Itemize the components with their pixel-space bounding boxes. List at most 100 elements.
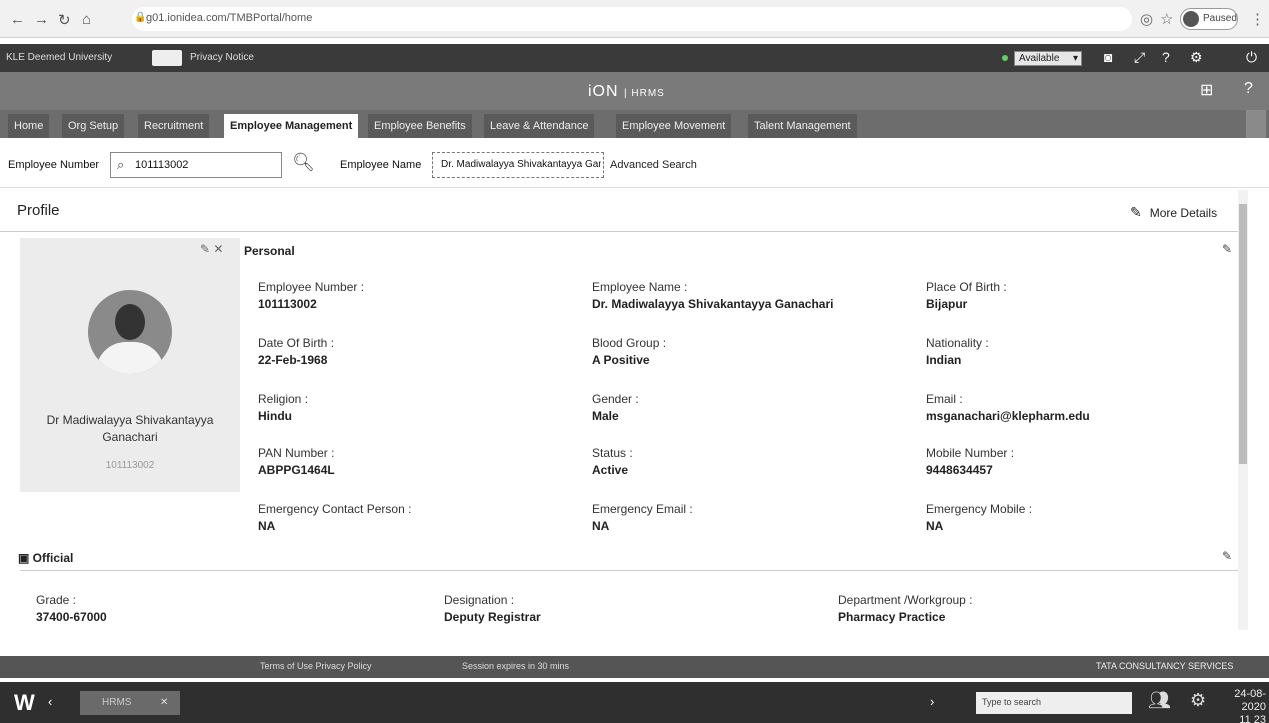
official-edit-icon[interactable]: ✎	[1222, 549, 1232, 563]
chevron-right-icon[interactable]: ›	[930, 694, 934, 709]
status-dot	[1002, 55, 1008, 61]
chevron-down-icon: ▾	[1072, 53, 1078, 64]
emp-number-label: Employee Number	[8, 159, 100, 171]
expand-icon[interactable]: ⤢	[1134, 49, 1145, 66]
field-employee-number: Employee Number :101113002	[258, 280, 365, 311]
forward-icon[interactable]: →	[34, 11, 49, 28]
privacy-link[interactable]: Privacy Notice	[190, 52, 254, 63]
tab-recruitment[interactable]: Recruitment	[138, 114, 210, 138]
app-logo: iON | HRMS	[588, 83, 665, 100]
tab-employee-benefits[interactable]: Employee Benefits	[368, 114, 472, 138]
field-mobile-number: Mobile Number :9448634457	[926, 446, 1015, 477]
field-designation: Designation : Deputy Registrar	[444, 593, 541, 624]
paused-label: Paused	[1203, 13, 1237, 24]
help-icon[interactable]: ?	[1162, 49, 1170, 65]
emp-name-field[interactable]: Dr. Madiwalayya Shivakantayya Ganachari	[432, 152, 604, 178]
profile-paused-button[interactable]: Paused	[1180, 8, 1238, 30]
scrollbar-thumb[interactable]	[1239, 204, 1247, 464]
tab-employee-movement[interactable]: Employee Movement	[616, 114, 732, 138]
profile-id: 101113002	[105, 460, 155, 471]
footer-links[interactable]: Terms of Use Privacy Policy	[260, 661, 372, 671]
emp-number-input[interactable]: ⌕ 101113002	[110, 152, 282, 178]
field-emergency-mobile: Emergency Mobile : NA	[926, 502, 1033, 533]
app-footer: Terms of Use Privacy Policy Session expi…	[0, 656, 1269, 678]
lookup-icon[interactable]: 🔍︎	[292, 152, 315, 173]
start-icon[interactable]: W	[14, 690, 35, 716]
brand-bar: iON | HRMS ⊞ ?	[0, 72, 1269, 110]
grid-icon[interactable]: ⊞	[1200, 80, 1213, 100]
field-place-of-birth: Place Of Birth : Bijapur	[926, 280, 1007, 311]
search-placeholder: Type to search	[982, 697, 1042, 707]
back-icon[interactable]: ←	[10, 11, 25, 28]
back-arrow-icon[interactable]: ‹	[48, 694, 52, 709]
app-top-bar: KLE Deemed University Privacy Notice Ava…	[0, 44, 1269, 72]
profile-card: ✎ ✕ Dr Madiwalayya Shivakantayya Ganacha…	[20, 238, 240, 492]
power-icon[interactable]: ⏻	[1246, 49, 1257, 66]
field-blood-group: Blood Group :A Positive	[592, 336, 667, 367]
profile-header: Profile ✎ More Details	[0, 190, 1244, 232]
clock-time: 11 23 AM	[1239, 714, 1266, 723]
field-employee-name: Employee Name : Dr. Madiwalayya Shivakant…	[592, 280, 834, 311]
field-nationality: Nationality : Indian	[926, 336, 989, 367]
photo-edit-icon[interactable]: ✎ ✕	[200, 242, 223, 256]
section-personal: Personal	[244, 244, 295, 258]
tab-home[interactable]: Home	[8, 114, 50, 138]
session-text: Session expires in 30 mins	[462, 661, 570, 671]
gear-icon[interactable]: ⚙	[1190, 690, 1206, 711]
reload-icon[interactable]: ↻	[58, 11, 71, 29]
camera-icon[interactable]: ◙	[1104, 49, 1112, 65]
field-grade: Grade :37400-67000	[36, 593, 107, 624]
search-icon: ⌕	[117, 157, 125, 172]
tab-scroll-button[interactable]	[1246, 110, 1266, 138]
field-emergency-contact: Emergency Contact Person : NA	[258, 502, 412, 533]
org-name: KLE Deemed University	[6, 52, 113, 63]
taskbar-item-hrms[interactable]: HRMS ✕	[80, 691, 180, 715]
availability-select[interactable]: Available ▾	[1014, 51, 1082, 66]
profile-avatar	[1183, 11, 1199, 27]
kebab-menu-icon[interactable]: ⋮	[1250, 10, 1265, 28]
taskbar-search-input[interactable]: Type to search	[976, 692, 1132, 714]
close-icon[interactable]: ✕	[160, 697, 168, 708]
emp-number-value: 101113002	[135, 159, 189, 171]
settings-icon[interactable]: ⚙	[1190, 49, 1203, 66]
field-religion: Religion : Hindu	[258, 392, 309, 423]
divider	[20, 570, 1242, 571]
tab-talent-management[interactable]: Talent Management	[748, 114, 857, 138]
home-icon[interactable]: ⌂	[82, 11, 91, 28]
emp-name-value: Dr. Madiwalayya Shivakantayya Ganachari	[441, 159, 601, 170]
main-tabs: Home Org Setup Recruitment Employee Mana…	[0, 110, 1269, 138]
field-email: Email : msganachari@klepharm.edu	[926, 392, 1090, 423]
field-date-of-birth: Date Of Birth :22-Feb-1968	[258, 336, 335, 367]
field-department: Department /Workgroup : Pharmacy Practice	[838, 593, 973, 624]
advanced-search-link[interactable]: Advanced Search	[610, 159, 697, 171]
id-card-icon[interactable]	[152, 50, 182, 66]
field-status: Status : Active	[592, 446, 633, 477]
star-icon[interactable]: ☆	[1160, 10, 1173, 28]
taskbar-item-label: HRMS	[102, 697, 132, 708]
tab-leave-attendance[interactable]: Leave & Attendance	[484, 114, 595, 138]
clock-date: 24-08-2020	[1234, 688, 1266, 713]
tab-employee-management[interactable]: Employee Management	[224, 114, 359, 138]
address-bar[interactable]: 🔒 g01.ionidea.com/TMBPortal/home	[132, 7, 1132, 31]
official-icon: ▣	[18, 551, 33, 565]
help-circle-icon[interactable]: ?	[1244, 80, 1253, 98]
os-taskbar: W ‹ HRMS ✕ › Type to search 👥︎ ⚙ 24-08-2…	[0, 682, 1269, 723]
field-gender: Gender : Male	[592, 392, 639, 423]
extension-icon[interactable]: ◎	[1140, 10, 1153, 28]
vendor-logo: TATA CONSULTANCY SERVICES	[1096, 661, 1234, 671]
vertical-scrollbar[interactable]	[1238, 190, 1248, 630]
tab-org-setup[interactable]: Org Setup	[62, 114, 125, 138]
people-icon[interactable]: 👥︎	[1148, 690, 1171, 711]
field-pan-number: PAN Number : ABPPG1464L	[258, 446, 335, 477]
section-official: ▣ Official	[18, 551, 74, 565]
emp-name-label: Employee Name	[340, 159, 422, 171]
clock: 24-08-2020 11 23 AM	[1222, 688, 1266, 723]
employee-search-bar: Employee Number ⌕ 101113002 🔍︎ Employee …	[0, 140, 1269, 188]
browser-toolbar: ← → ↻ ⌂ 🔒 g01.ionidea.com/TMBPortal/home…	[0, 0, 1269, 38]
profile-name: Dr Madiwalayya Shivakantayya Ganachari	[46, 413, 214, 444]
more-details-link[interactable]: ✎ More Details	[1130, 204, 1217, 221]
lock-icon: 🔒	[134, 12, 147, 23]
personal-edit-icon[interactable]: ✎	[1222, 242, 1232, 256]
page-title: Profile	[17, 202, 60, 219]
field-emergency-email: Emergency Email : NA	[592, 502, 693, 533]
